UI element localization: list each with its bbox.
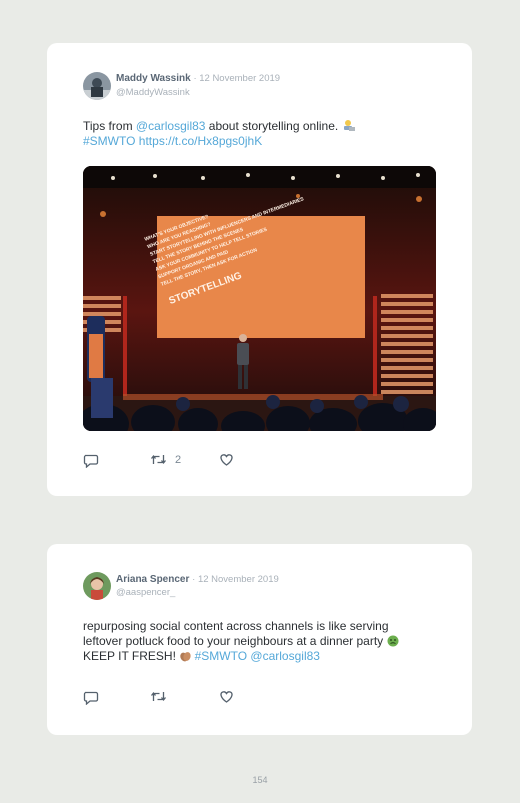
reply-button[interactable] — [83, 453, 99, 468]
tweet-text-part: Tips from — [83, 119, 136, 133]
retweet-icon — [150, 454, 167, 465]
mention-link[interactable]: @carlosgil83 — [136, 119, 206, 133]
author-line: Ariana Spencer · 12 November 2019 — [116, 574, 279, 585]
tweet-text-part: about storytelling online. — [205, 119, 342, 133]
woman-technologist-emoji — [342, 119, 355, 131]
tweet-card: Maddy Wassink · 12 November 2019 @MaddyW… — [47, 43, 472, 496]
tweet-actions — [83, 690, 283, 706]
author-line: Maddy Wassink · 12 November 2019 — [116, 73, 280, 84]
page-number: 154 — [252, 775, 268, 785]
tweet-text-line: leftover potluck food to your neighbours… — [83, 634, 387, 648]
nauseated-face-emoji — [387, 635, 399, 647]
tweet-actions: 2 — [83, 453, 283, 469]
tweet-text: Tips from @carlosgil83 about storytellin… — [83, 119, 443, 149]
tweet-text: repurposing social content across channe… — [83, 619, 453, 664]
hashtag-link[interactable]: #SMWTO — [195, 649, 247, 663]
retweet-button[interactable]: 2 — [150, 453, 181, 466]
reply-icon — [83, 454, 99, 468]
url-link[interactable]: https://t.co/Hx8pgs0jhK — [139, 134, 262, 148]
hashtag-link[interactable]: #SMWTO — [83, 134, 135, 148]
avatar[interactable] — [83, 572, 111, 600]
mention-link[interactable]: @carlosgil83 — [250, 649, 320, 663]
tweet-text-part: KEEP IT FRESH! — [83, 649, 180, 663]
author-name[interactable]: Ariana Spencer — [116, 574, 189, 585]
author-name[interactable]: Maddy Wassink — [116, 73, 191, 84]
tweet-text-line: repurposing social content across channe… — [83, 619, 389, 633]
retweet-count: 2 — [175, 453, 182, 466]
tweet-date[interactable]: · 12 November 2019 — [193, 73, 280, 84]
reply-button[interactable] — [83, 690, 99, 705]
heart-icon — [220, 454, 233, 466]
author-handle[interactable]: @aaspencer_ — [116, 587, 175, 598]
tweet-date[interactable]: · 12 November 2019 — [192, 574, 279, 585]
tweet-photo[interactable]: WHAT'S YOUR OBJECTIVE? WHO ARE YOU REACH… — [83, 166, 436, 431]
avatar[interactable] — [83, 72, 111, 100]
retweet-button[interactable] — [150, 690, 167, 703]
clapping-hands-emoji — [179, 650, 191, 662]
heart-icon — [220, 691, 233, 703]
reply-icon — [83, 691, 99, 705]
author-handle[interactable]: @MaddyWassink — [116, 87, 190, 98]
like-button[interactable] — [219, 453, 234, 466]
retweet-icon — [150, 691, 167, 702]
like-button[interactable] — [219, 690, 234, 703]
tweet-card: Ariana Spencer · 12 November 2019 @aaspe… — [47, 544, 472, 735]
